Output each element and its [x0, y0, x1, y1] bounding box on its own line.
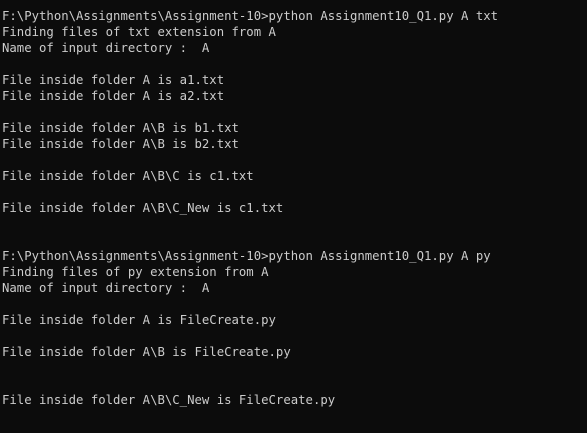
terminal-line: F:\Python\Assignments\Assignment-10>pyth… [2, 9, 499, 23]
terminal-line: File inside folder A\B\C_New is c1.txt [2, 201, 284, 215]
terminal-line: File inside folder A is a2.txt [2, 89, 225, 103]
terminal-line: Name of input directory : A [2, 281, 210, 295]
terminal-line: File inside folder A is a1.txt [2, 73, 225, 87]
terminal-line: File inside folder A\B is b2.txt [2, 137, 239, 151]
terminal-line: Name of input directory : A [2, 41, 210, 55]
terminal-output[interactable]: F:\Python\Assignments\Assignment-10>pyth… [0, 0, 587, 433]
terminal-line: Finding files of txt extension from A [2, 25, 276, 39]
terminal-line: File inside folder A\B is FileCreate.py [2, 345, 291, 359]
terminal-line: File inside folder A\B is b1.txt [2, 121, 239, 135]
terminal-line: File inside folder A\B\C is c1.txt [2, 169, 254, 183]
terminal-line: File inside folder A is FileCreate.py [2, 313, 276, 327]
terminal-line: File inside folder A\B\C_New is FileCrea… [2, 393, 336, 407]
terminal-line: F:\Python\Assignments\Assignment-10>pyth… [2, 249, 491, 263]
terminal-line: Finding files of py extension from A [2, 265, 269, 279]
